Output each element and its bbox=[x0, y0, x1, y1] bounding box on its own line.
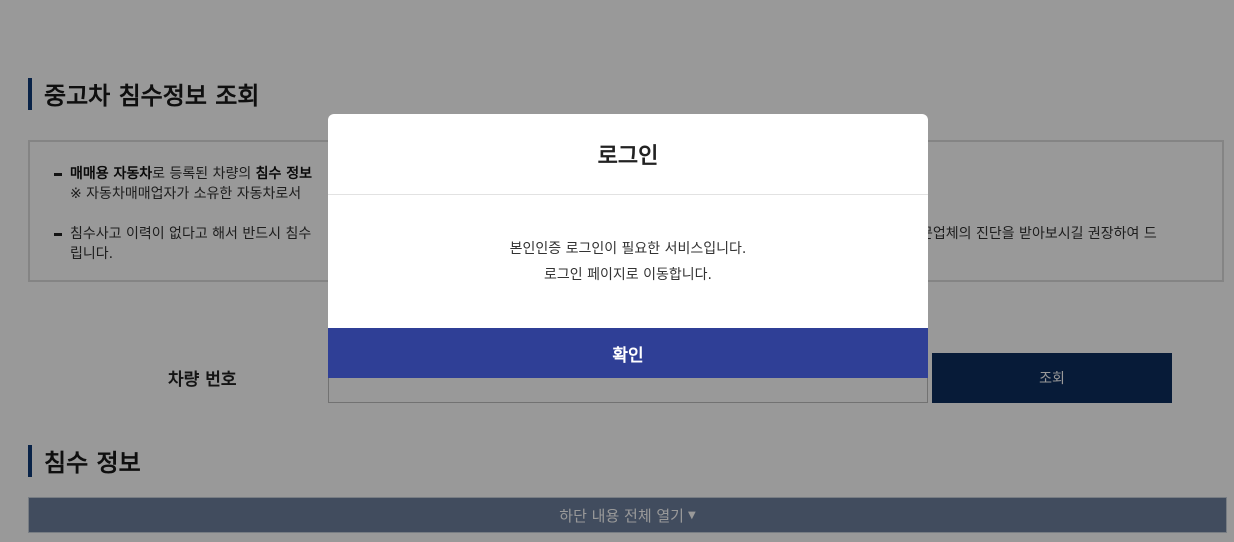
modal-message-line-1: 본인인증 로그인이 필요한 서비스입니다. bbox=[509, 240, 747, 257]
confirm-button[interactable]: 확인 bbox=[328, 328, 928, 378]
modal-message-line-2: 로그인 페이지로 이동합니다. bbox=[544, 266, 712, 283]
modal-body: 본인인증 로그인이 필요한 서비스입니다. 로그인 페이지로 이동합니다. bbox=[328, 195, 928, 328]
modal-title: 로그인 bbox=[328, 114, 928, 195]
login-modal: 로그인 본인인증 로그인이 필요한 서비스입니다. 로그인 페이지로 이동합니다… bbox=[328, 114, 928, 378]
